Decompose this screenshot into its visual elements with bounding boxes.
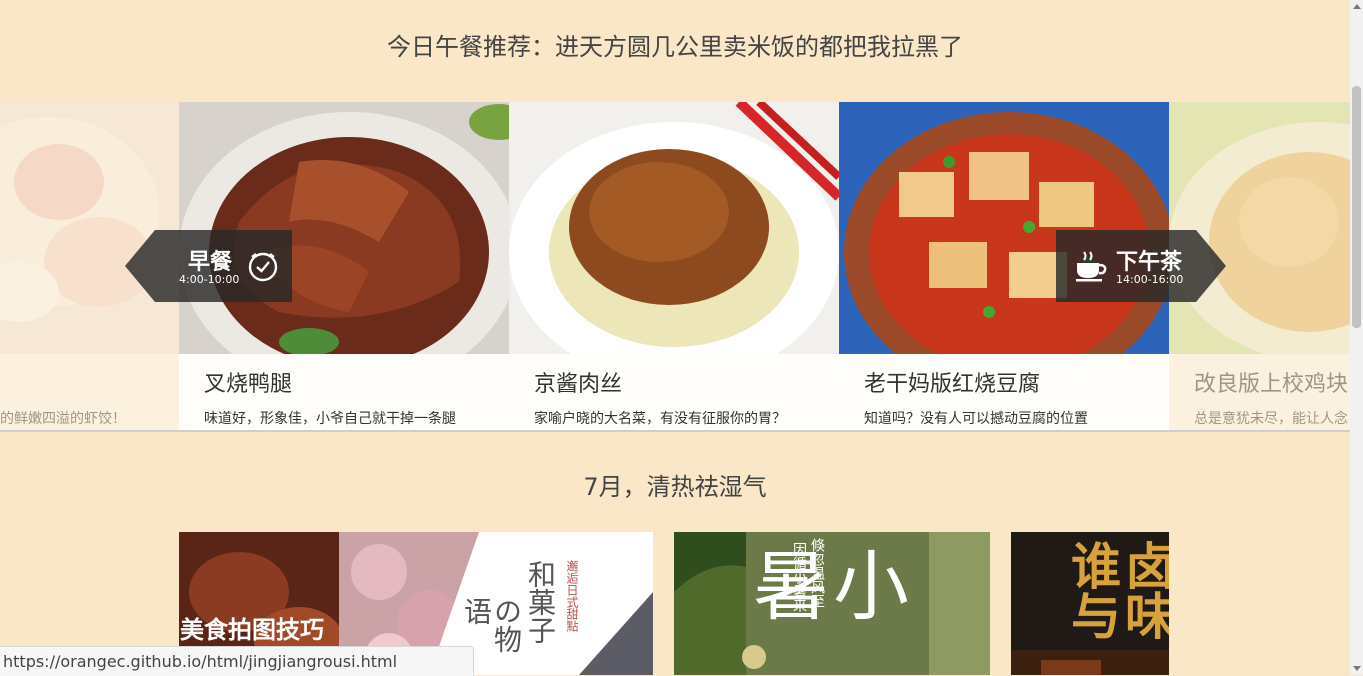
next-meal-label: 下午茶	[1116, 250, 1183, 275]
xiaoshu-big-text: 小暑	[740, 546, 909, 622]
scroll-down-icon[interactable]	[1353, 666, 1361, 671]
prev-meal-time: 4:00-10:00	[179, 273, 240, 286]
card-caption: 老干妈版红烧豆腐 知道吗？没有人可以撼动豆腐的位置	[839, 354, 1169, 430]
card-desc: 总是意犹未尽，能让人念	[1194, 411, 1348, 427]
feature-xiaoshu[interactable]: 倏忽温风至 因循小暑来 小暑	[674, 532, 990, 675]
wagashi-title-2: の物语	[460, 597, 523, 653]
clock-icon	[247, 250, 279, 286]
scroll-up-icon[interactable]	[1353, 4, 1361, 9]
scrollbar-thumb[interactable]	[1352, 86, 1361, 328]
prev-meal-label: 早餐	[188, 250, 233, 275]
left-arrow-shape	[125, 230, 155, 302]
july-section-title: 7月，清热祛湿气	[583, 473, 767, 501]
card-desc: 味道好，形象佳，小爷自己就干掉一条腿	[204, 411, 456, 427]
carousel-card-shredded-pork[interactable]: 京酱肉丝 家喻户晓的大名菜，有没有征服你的胃？	[509, 102, 839, 430]
lunch-section-title: 今日午餐推荐：进天方圆几公里卖米饭的都把我拉黑了	[387, 33, 963, 61]
braised-text-2: 谁与	[1063, 540, 1121, 640]
vertical-scrollbar[interactable]	[1350, 0, 1363, 675]
shredded-pork-photo	[509, 102, 839, 354]
card-desc: 知道吗？没有人可以撼动豆腐的位置	[864, 411, 1088, 427]
shrimp-dumpling-photo	[0, 102, 179, 354]
chicken-nuggets-photo	[1169, 102, 1350, 354]
next-meal-time: 14:00-16:00	[1116, 273, 1184, 286]
feature-braised-taste[interactable]: 卤味 谁与	[1011, 532, 1169, 675]
card-name: 京酱肉丝	[534, 372, 623, 397]
duck-leg-photo	[179, 102, 509, 354]
card-desc: 的鲜嫩四溢的虾饺！	[0, 411, 126, 427]
wagashi-side-text: 邂逅日式甜點	[565, 560, 579, 632]
prev-meal-button-breakfast[interactable]: 早餐 4:00-10:00	[125, 230, 292, 302]
card-desc: 家喻户晓的大名菜，有没有征服你的胃？	[534, 411, 786, 427]
next-meal-button-afternoon-tea[interactable]: 下午茶 14:00-16:00	[1056, 230, 1226, 302]
coffee-cup-icon	[1074, 250, 1108, 286]
wagashi-title-1: 和菓子	[524, 560, 557, 644]
card-caption: 京酱肉丝 家喻户晓的大名菜，有没有征服你的胃？	[509, 354, 839, 430]
status-bar-url: https://orangec.github.io/html/jingjiang…	[0, 646, 475, 676]
braised-tofu-photo	[839, 102, 1169, 354]
right-arrow-shape	[1196, 230, 1226, 302]
card-name: 改良版上校鸡块	[1194, 372, 1349, 397]
card-caption: 改良版上校鸡块 总是意犹未尽，能让人念	[1169, 354, 1350, 430]
photo-tips-title: 美食拍图技巧	[180, 616, 324, 644]
card-name: 老干妈版红烧豆腐	[864, 372, 1041, 397]
card-name: 叉烧鸭腿	[204, 372, 293, 397]
card-caption: 的鲜嫩四溢的虾饺！	[0, 354, 179, 430]
braised-text-1: 卤味	[1117, 540, 1169, 640]
card-caption: 叉烧鸭腿 味道好，形象佳，小爷自己就干掉一条腿	[179, 354, 509, 430]
